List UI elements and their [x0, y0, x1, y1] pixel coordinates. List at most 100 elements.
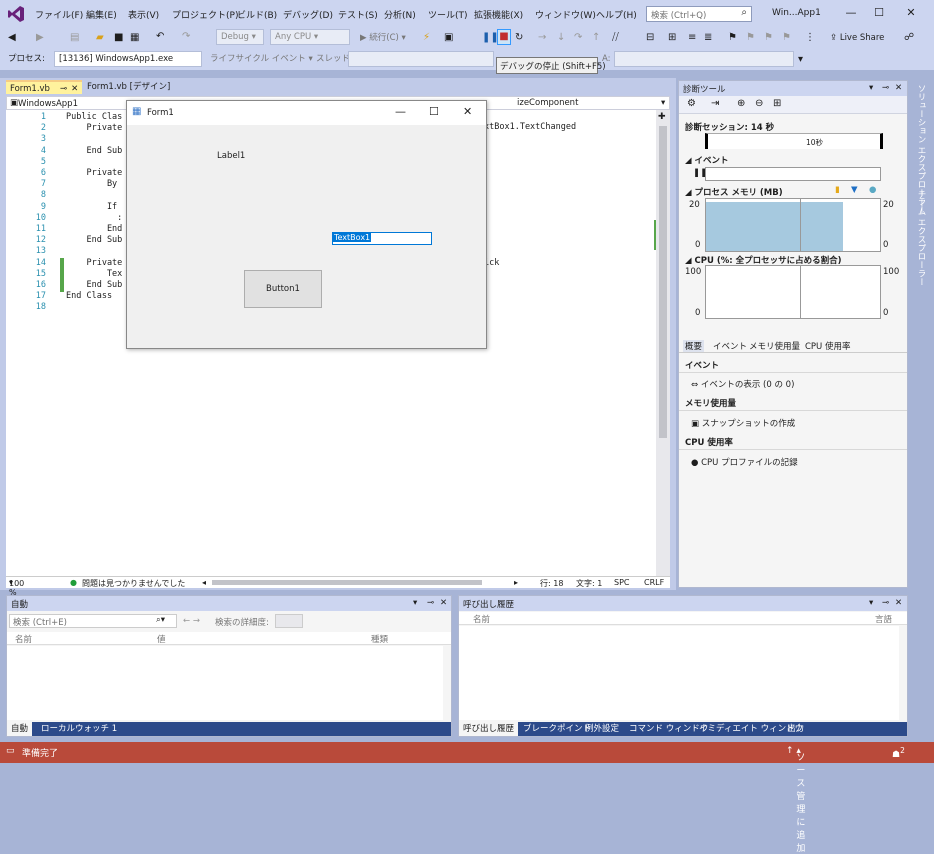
- next-bookmark-icon[interactable]: ⚑: [764, 31, 773, 45]
- menu-file[interactable]: ファイル(F): [35, 8, 83, 21]
- zoom-dropdown[interactable]: 100 % ▾: [9, 578, 24, 597]
- autos-grid[interactable]: [7, 646, 443, 720]
- callstack-menu-icon[interactable]: ▾: [869, 598, 873, 608]
- menu-help[interactable]: ヘルプ(H): [596, 8, 637, 21]
- form1-window[interactable]: ▦ Form1 — ☐ ✕ Label1 TextBox1 Button1: [126, 100, 487, 349]
- hscroll-left-icon[interactable]: ◂: [202, 578, 206, 587]
- panel-close-icon[interactable]: ✕: [895, 83, 902, 93]
- menu-debug[interactable]: デバッグ(D): [283, 8, 333, 21]
- open-folder-icon[interactable]: ▰: [96, 31, 104, 45]
- member-dropdown[interactable]: izeComponent: [517, 98, 578, 108]
- autos-menu-icon[interactable]: ▾: [413, 598, 417, 608]
- cpu-graph[interactable]: [705, 265, 881, 319]
- tab-callstack[interactable]: 呼び出し履歴: [459, 722, 519, 736]
- save-all-icon[interactable]: ▦: [130, 31, 139, 45]
- search-box[interactable]: 検索 (Ctrl+Q) ⌕: [646, 6, 752, 22]
- events-track[interactable]: [705, 167, 881, 181]
- outdent-icon[interactable]: ≣: [704, 31, 712, 45]
- maximize-icon[interactable]: ☐: [864, 4, 894, 22]
- zoom-in-icon[interactable]: ⊕: [737, 98, 745, 109]
- save-icon[interactable]: ■: [114, 31, 123, 45]
- autos-search-input[interactable]: 検索 (Ctrl+E) ⌕▾: [9, 614, 177, 628]
- tab-form1-design[interactable]: Form1.vb [デザイン]: [83, 80, 170, 94]
- indent-icon[interactable]: ≡: [688, 31, 696, 45]
- member-dropdown-arrow-icon[interactable]: ▾: [661, 98, 665, 108]
- callstack-col-name[interactable]: 名前: [473, 613, 490, 625]
- tab-form1-code[interactable]: Form1.vb ⊸ ✕: [6, 80, 82, 94]
- autos-pin-icon[interactable]: ⊸: [427, 598, 434, 608]
- button1[interactable]: Button1: [244, 270, 322, 308]
- menu-test[interactable]: テスト(S): [338, 8, 378, 21]
- step-out-icon[interactable]: ↑: [592, 31, 600, 45]
- menu-tools[interactable]: ツール(T): [428, 8, 468, 21]
- form-close-icon[interactable]: ✕: [463, 105, 472, 118]
- tab-events[interactable]: イベント: [713, 340, 747, 352]
- stack-frame-dropdown[interactable]: [614, 51, 794, 67]
- tab-watch1[interactable]: ウォッチ 1: [71, 722, 121, 736]
- step-over-icon[interactable]: ↷: [574, 31, 582, 45]
- layout-icon[interactable]: ⊟: [646, 31, 654, 45]
- issues-text[interactable]: 問題は見つかりませんでした: [82, 578, 185, 589]
- tab-exception-settings[interactable]: 例外設定: [581, 722, 623, 736]
- tab-autos[interactable]: 自動: [7, 722, 33, 736]
- forward-icon[interactable]: ▶: [36, 31, 44, 45]
- diag-events-header[interactable]: ◢ イベント: [685, 154, 729, 166]
- form-minimize-icon[interactable]: —: [395, 105, 406, 118]
- hot-reload-icon[interactable]: ⚡: [423, 31, 430, 45]
- stop-debugging-button[interactable]: ■: [497, 29, 511, 45]
- form-maximize-icon[interactable]: ☐: [429, 105, 439, 118]
- toolbar-overflow-icon[interactable]: ▾: [798, 53, 803, 67]
- take-snapshot-button[interactable]: ▣ スナップショットの作成: [691, 417, 795, 429]
- feedback-icon[interactable]: ☍: [904, 31, 914, 45]
- callstack-col-lang[interactable]: 言語: [875, 613, 892, 625]
- editor-scroll-thumb[interactable]: [659, 126, 667, 438]
- tab-output[interactable]: 出力: [783, 722, 808, 736]
- autos-search-icon[interactable]: ⌕▾: [156, 615, 165, 625]
- callstack-pin-icon[interactable]: ⊸: [882, 598, 889, 608]
- menu-extensions[interactable]: 拡張機能(X): [474, 8, 523, 21]
- new-project-icon[interactable]: ▤: [70, 31, 79, 45]
- export-icon[interactable]: ⇥: [711, 98, 719, 109]
- redo-icon[interactable]: ↷: [182, 30, 190, 44]
- source-control-button[interactable]: ↑ ソース管理に追加 ▴: [786, 746, 805, 854]
- menu-analyze[interactable]: 分析(N): [384, 8, 416, 21]
- prev-bookmark-icon[interactable]: ⚑: [746, 31, 755, 45]
- zoom-out-icon[interactable]: ⊖: [755, 98, 763, 109]
- timeline-ruler[interactable]: 10秒: [705, 133, 883, 149]
- form1-title-bar[interactable]: ▦ Form1 — ☐ ✕: [127, 101, 486, 125]
- autos-close-icon[interactable]: ✕: [440, 598, 447, 608]
- tab-memory[interactable]: メモリ使用量: [749, 340, 800, 352]
- split-icon[interactable]: ✚: [658, 112, 666, 122]
- autos-col-name[interactable]: 名前: [15, 633, 32, 645]
- format-icon[interactable]: ⧸⧸: [612, 31, 619, 45]
- record-cpu-profile-button[interactable]: ● CPU プロファイルの記録: [691, 456, 798, 468]
- autos-back-icon[interactable]: ← →: [183, 616, 200, 626]
- menu-build[interactable]: ビルド(B): [237, 8, 277, 21]
- screenshot-icon[interactable]: ▣: [444, 31, 453, 45]
- step-icon[interactable]: →: [538, 31, 546, 45]
- platform-dropdown[interactable]: Any CPU ▾: [270, 29, 350, 45]
- live-share-button[interactable]: ⇪ Live Share: [830, 31, 884, 45]
- bookmark-icon[interactable]: ⚑: [728, 31, 737, 45]
- autos-col-type[interactable]: 種類: [371, 633, 388, 645]
- project-dropdown[interactable]: ▣ WindowsApp1: [10, 98, 78, 109]
- visual-studio-logo-icon[interactable]: [6, 4, 26, 24]
- reset-zoom-icon[interactable]: ⊞: [773, 98, 781, 109]
- pin-icon[interactable]: ⊸: [60, 84, 67, 94]
- callstack-close-icon[interactable]: ✕: [895, 598, 902, 608]
- textbox1[interactable]: TextBox1: [332, 232, 432, 245]
- team-explorer-tab[interactable]: チーム エクスプローラー: [915, 190, 927, 286]
- menu-window[interactable]: ウィンドウ(W): [535, 8, 596, 21]
- panel-pin-icon[interactable]: ⊸: [882, 83, 889, 93]
- minimize-icon[interactable]: —: [836, 4, 866, 22]
- tab-summary[interactable]: 概要: [683, 340, 705, 352]
- panel-menu-icon[interactable]: ▾: [869, 83, 873, 93]
- close-icon[interactable]: ✕: [896, 4, 926, 22]
- menu-view[interactable]: 表示(V): [128, 8, 159, 21]
- back-icon[interactable]: ◀: [8, 31, 16, 45]
- clear-bookmark-icon[interactable]: ⚑: [782, 31, 791, 45]
- memory-graph[interactable]: [705, 198, 881, 252]
- diag-memory-header[interactable]: ◢ プロセス メモリ (MB): [685, 186, 783, 198]
- align-icon[interactable]: ⊞: [668, 31, 676, 45]
- continue-button[interactable]: ▶ 続行(C) ▾: [360, 31, 406, 45]
